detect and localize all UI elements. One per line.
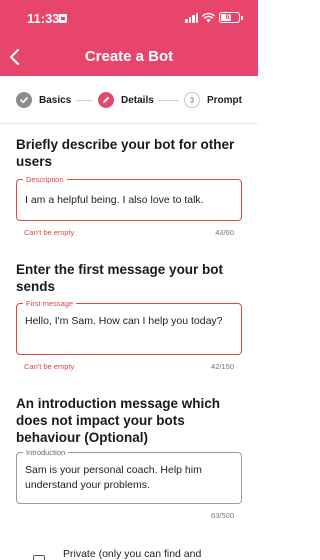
battery-icon: 61 (219, 12, 240, 23)
description-error: Can't be empty (24, 228, 75, 237)
first-message-counter: 42/150 (211, 362, 234, 371)
first-message-input[interactable]: Hello, I'm Sam. How can I help you today… (25, 314, 233, 329)
description-counter: 43/60 (215, 228, 234, 237)
lock-icon (59, 14, 67, 23)
introduction-section-title: An introduction message which does not i… (16, 396, 221, 445)
status-time: 11:33 (27, 11, 60, 26)
step-details-label: Details (121, 94, 154, 106)
step-basics-label: Basics (39, 94, 72, 106)
step-basics-indicator (16, 92, 32, 108)
description-field[interactable]: Description I am a helpful being. I also… (16, 174, 242, 221)
description-input[interactable]: I am a helpful being. I also love to tal… (25, 193, 233, 208)
private-checkbox-label: Private (only you can find and (63, 548, 202, 560)
header-bar: 11:33 61 Create a Bot (0, 0, 258, 76)
page-title: Create a Bot (84, 48, 174, 65)
signal-icon (185, 13, 199, 23)
battery-tip (241, 15, 243, 20)
battery-percentage: 61 (225, 14, 234, 21)
step-connector (76, 100, 92, 101)
step-details[interactable]: Details (98, 91, 154, 109)
first-message-error: Can't be empty (24, 362, 75, 371)
wifi-icon (202, 12, 215, 23)
step-prompt-label: Prompt (207, 94, 242, 106)
step-prompt-number: 3 (184, 92, 200, 108)
first-message-field-label: First message (23, 298, 77, 309)
step-connector (159, 100, 179, 101)
introduction-input[interactable]: Sam is your personal coach. Help him und… (25, 463, 233, 493)
description-field-label: Description (23, 174, 67, 185)
check-icon (20, 97, 28, 104)
private-checkbox[interactable] (33, 555, 45, 560)
step-basics[interactable]: Basics (16, 91, 71, 109)
step-prompt[interactable]: 3 Prompt (184, 91, 242, 109)
first-message-section-title: Enter the first message your bot sends (16, 262, 224, 294)
introduction-field-label: Introduction (23, 447, 69, 458)
description-section-title: Briefly describe your bot for other user… (16, 137, 235, 169)
introduction-counter: 63/500 (211, 511, 234, 520)
status-bar: 11:33 61 (0, 0, 258, 38)
step-details-indicator (98, 92, 114, 108)
pencil-icon (103, 96, 110, 103)
stepper: Basics Details 3 Prompt (0, 76, 258, 124)
introduction-field[interactable]: Introduction Sam is your personal coach.… (16, 447, 242, 504)
first-message-field[interactable]: First message Hello, I'm Sam. How can I … (16, 298, 242, 355)
